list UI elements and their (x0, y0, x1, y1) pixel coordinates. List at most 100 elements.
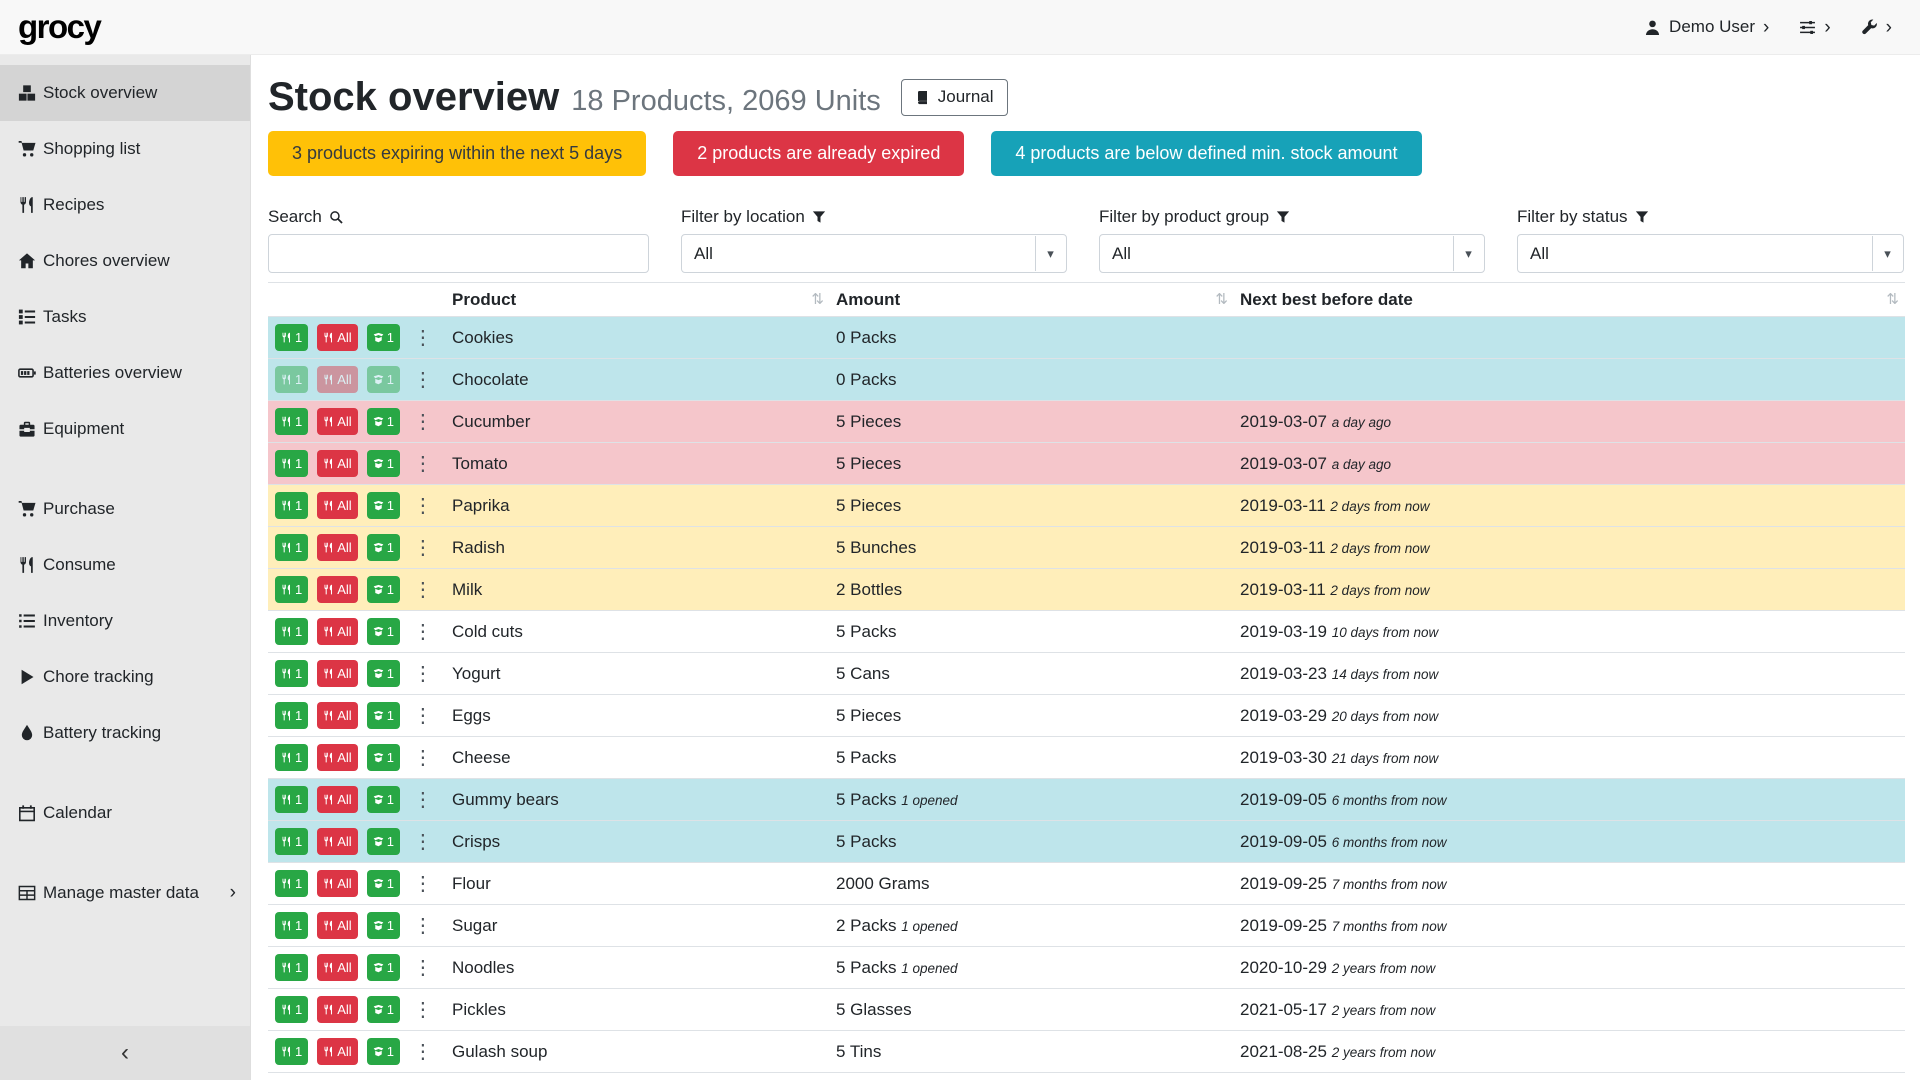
column-header-product[interactable]: ⇅Product (446, 283, 830, 317)
alert-expiring[interactable]: 3 products expiring within the next 5 da… (268, 131, 646, 176)
alert-expired[interactable]: 2 products are already expired (673, 131, 964, 176)
consume-all-button[interactable]: All (317, 324, 357, 351)
consume-all-button[interactable]: All (317, 912, 357, 939)
sidebar-item-consume[interactable]: Consume (0, 537, 250, 593)
open-one-button[interactable]: 1 (367, 954, 400, 981)
row-menu-button[interactable]: ⋮ (413, 958, 433, 978)
open-one-button[interactable]: 1 (367, 534, 400, 561)
open-one-button[interactable]: 1 (367, 324, 400, 351)
column-header-amount[interactable]: ⇅Amount (830, 283, 1234, 317)
consume-one-button[interactable]: 1 (275, 492, 308, 519)
consume-all-button[interactable]: All (317, 702, 357, 729)
consume-one-button[interactable]: 1 (275, 576, 308, 603)
row-menu-button[interactable]: ⋮ (413, 748, 433, 768)
row-menu-button[interactable]: ⋮ (413, 1000, 433, 1020)
open-one-button[interactable]: 1 (367, 828, 400, 855)
consume-all-button[interactable]: All (317, 870, 357, 897)
sidebar-item-stock-overview[interactable]: Stock overview (0, 65, 250, 121)
admin-menu[interactable]: › (1861, 18, 1892, 37)
row-menu-button[interactable]: ⋮ (413, 1042, 433, 1062)
consume-one-button[interactable]: 1 (275, 450, 308, 477)
search-input[interactable] (268, 234, 649, 273)
sidebar-item-battery-tracking[interactable]: Battery tracking (0, 705, 250, 761)
consume-all-button[interactable]: All (317, 996, 357, 1023)
open-one-button[interactable]: 1 (367, 912, 400, 939)
consume-one-button[interactable]: 1 (275, 324, 308, 351)
consume-one-button[interactable]: 1 (275, 660, 308, 687)
row-menu-button[interactable]: ⋮ (413, 790, 433, 810)
open-one-button[interactable]: 1 (367, 702, 400, 729)
sidebar-item-purchase[interactable]: Purchase (0, 481, 250, 537)
open-one-button[interactable]: 1 (367, 408, 400, 435)
row-menu-button[interactable]: ⋮ (413, 328, 433, 348)
row-menu-button[interactable]: ⋮ (413, 916, 433, 936)
consume-one-button[interactable]: 1 (275, 618, 308, 645)
open-one-button[interactable]: 1 (367, 786, 400, 813)
row-menu-button[interactable]: ⋮ (413, 538, 433, 558)
consume-one-button[interactable]: 1 (275, 828, 308, 855)
sidebar-collapse-button[interactable]: ‹ (0, 1026, 250, 1080)
status-select[interactable]: All (1518, 235, 1903, 272)
consume-all-button[interactable]: All (317, 576, 357, 603)
consume-all-button[interactable]: All (317, 450, 357, 477)
settings-menu[interactable]: › (1799, 18, 1830, 37)
open-one-button[interactable]: 1 (367, 450, 400, 477)
open-one-button[interactable]: 1 (367, 576, 400, 603)
consume-one-button[interactable]: 1 (275, 912, 308, 939)
consume-one-button[interactable]: 1 (275, 870, 308, 897)
user-menu[interactable]: Demo User › (1644, 17, 1769, 37)
row-menu-button[interactable]: ⋮ (413, 454, 433, 474)
sidebar-item-inventory[interactable]: Inventory (0, 593, 250, 649)
row-menu-button[interactable]: ⋮ (413, 370, 433, 390)
location-select[interactable]: All (682, 235, 1066, 272)
row-menu-button[interactable]: ⋮ (413, 412, 433, 432)
consume-all-button[interactable]: All (317, 744, 357, 771)
column-header-next-best-before-date[interactable]: ⇅Next best before date (1234, 283, 1905, 317)
sidebar-item-tasks[interactable]: Tasks (0, 289, 250, 345)
consume-all-button[interactable]: All (317, 1038, 357, 1065)
consume-one-button[interactable]: 1 (275, 1038, 308, 1065)
sidebar-item-batteries-overview[interactable]: Batteries overview (0, 345, 250, 401)
open-one-button[interactable]: 1 (367, 492, 400, 519)
product-group-select[interactable]: All (1100, 235, 1484, 272)
consume-one-button[interactable]: 1 (275, 366, 308, 393)
consume-all-button[interactable]: All (317, 954, 357, 981)
consume-one-button[interactable]: 1 (275, 702, 308, 729)
open-one-button[interactable]: 1 (367, 618, 400, 645)
consume-one-button[interactable]: 1 (275, 954, 308, 981)
row-menu-button[interactable]: ⋮ (413, 706, 433, 726)
consume-all-button[interactable]: All (317, 366, 357, 393)
row-menu-button[interactable]: ⋮ (413, 874, 433, 894)
consume-all-button[interactable]: All (317, 828, 357, 855)
consume-one-button[interactable]: 1 (275, 408, 308, 435)
open-one-button[interactable]: 1 (367, 660, 400, 687)
sidebar-item-chores-overview[interactable]: Chores overview (0, 233, 250, 289)
sidebar-item-shopping-list[interactable]: Shopping list (0, 121, 250, 177)
consume-all-button[interactable]: All (317, 660, 357, 687)
open-one-button[interactable]: 1 (367, 870, 400, 897)
sidebar-item-manage-master-data[interactable]: Manage master data› (0, 865, 250, 921)
consume-all-button[interactable]: All (317, 618, 357, 645)
consume-one-button[interactable]: 1 (275, 786, 308, 813)
journal-button[interactable]: Journal (901, 79, 1008, 116)
consume-all-button[interactable]: All (317, 492, 357, 519)
row-menu-button[interactable]: ⋮ (413, 622, 433, 642)
sidebar-item-calendar[interactable]: Calendar (0, 785, 250, 841)
consume-one-button[interactable]: 1 (275, 534, 308, 561)
consume-one-button[interactable]: 1 (275, 996, 308, 1023)
consume-all-button[interactable]: All (317, 786, 357, 813)
consume-all-button[interactable]: All (317, 534, 357, 561)
sidebar-item-recipes[interactable]: Recipes (0, 177, 250, 233)
app-logo[interactable]: grocy (18, 8, 100, 46)
row-menu-button[interactable]: ⋮ (413, 580, 433, 600)
open-one-button[interactable]: 1 (367, 366, 400, 393)
row-menu-button[interactable]: ⋮ (413, 664, 433, 684)
open-one-button[interactable]: 1 (367, 996, 400, 1023)
consume-one-button[interactable]: 1 (275, 744, 308, 771)
sidebar-item-equipment[interactable]: Equipment (0, 401, 250, 457)
row-menu-button[interactable]: ⋮ (413, 496, 433, 516)
consume-all-button[interactable]: All (317, 408, 357, 435)
row-menu-button[interactable]: ⋮ (413, 832, 433, 852)
sidebar-item-chore-tracking[interactable]: Chore tracking (0, 649, 250, 705)
alert-below-min-stock[interactable]: 4 products are below defined min. stock … (991, 131, 1421, 176)
